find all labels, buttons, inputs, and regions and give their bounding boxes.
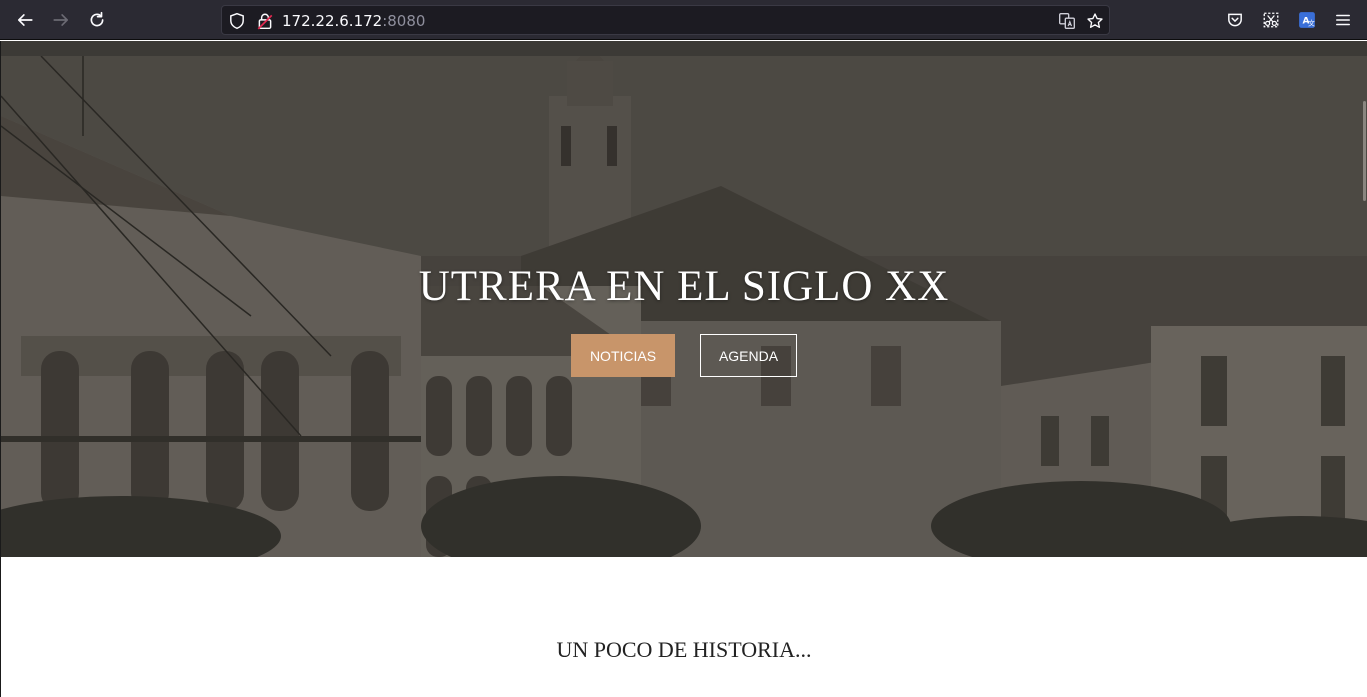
menu-icon[interactable] [1331,8,1355,32]
section-title: UN POCO DE HISTORIA... [556,637,812,662]
hero-title: UTRERA EN EL SIGLO XX [418,262,950,310]
svg-text:文: 文 [1308,19,1315,28]
translate-icon[interactable] [1058,12,1076,30]
forward-icon[interactable] [49,8,73,32]
hero-section: UTRERA EN EL SIGLO XX NOTICIAS AGENDA [1,56,1367,557]
browser-toolbar: 172.22.6.172:8080 A文 [0,0,1367,40]
translate-extension-icon[interactable]: A文 [1295,8,1319,32]
shield-icon[interactable] [228,12,246,30]
url-text[interactable]: 172.22.6.172:8080 [282,12,425,30]
bookmark-star-icon[interactable] [1086,12,1104,30]
reload-icon[interactable] [85,8,109,32]
noticias-button[interactable]: NOTICIAS [571,334,675,377]
address-bar[interactable]: 172.22.6.172:8080 [221,5,1110,35]
content-section: UN POCO DE HISTORIA... [1,557,1367,697]
lock-icon[interactable] [256,12,274,30]
web-page: UTRERA EN EL SIGLO XX NOTICIAS AGENDA UN… [0,41,1367,697]
back-icon[interactable] [13,8,37,32]
page-top-strip [1,41,1367,56]
agenda-button[interactable]: AGENDA [700,334,797,377]
page-scrollbar[interactable] [1363,101,1366,201]
screenshot-icon[interactable] [1259,8,1283,32]
pocket-icon[interactable] [1223,8,1247,32]
